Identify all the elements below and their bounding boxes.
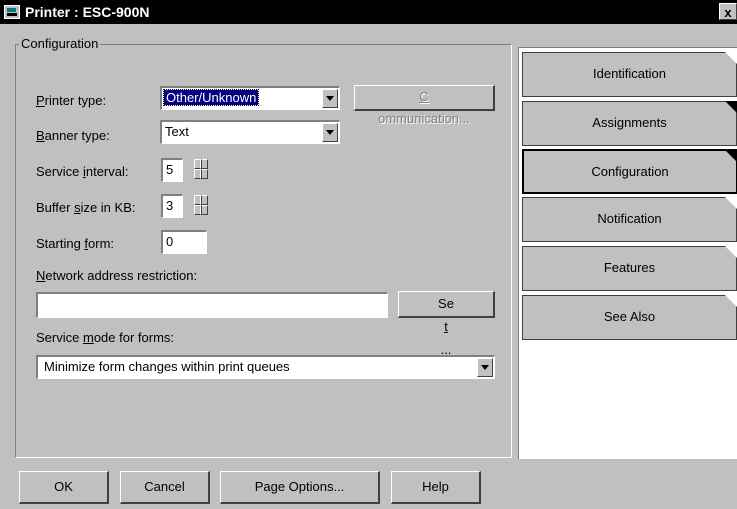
service-interval-label: Service interval: [36,164,129,179]
tab-assignments[interactable]: Assignments [522,101,737,146]
group-label: Configuration [19,36,101,51]
tab-identification[interactable]: Identification [522,52,737,97]
page-corner-icon [725,150,737,162]
buffer-size-label: Buffer size in KB: [36,200,136,215]
page-corner-icon [725,52,737,64]
communication-button[interactable]: Communication... [354,85,495,126]
page-options-button[interactable]: Page Options... [220,471,380,504]
chevron-down-icon[interactable] [477,358,493,377]
page-corner-icon [725,246,737,258]
ok-button[interactable]: OK [19,471,109,504]
printer-window-icon[interactable] [4,5,20,19]
tab-see-also[interactable]: See Also [522,295,737,340]
banner-type-label: Banner type: [36,128,110,143]
close-icon[interactable]: x [719,3,737,20]
service-mode-select[interactable]: Minimize form changes within print queue… [36,355,495,379]
page-corner-icon [725,101,737,113]
title-bar: Printer : ESC-900N x [0,0,737,24]
service-interval-input[interactable]: 5 [161,158,183,182]
network-restriction-label: Network address restriction: [36,268,198,283]
service-interval-spinner-icon[interactable] [194,159,208,181]
printer-type-label: Printer type: [36,93,107,108]
set-button[interactable]: Se t... [398,291,495,357]
cancel-button[interactable]: Cancel [120,471,210,504]
network-restriction-input[interactable] [36,292,388,318]
buffer-size-spinner-icon[interactable] [194,195,208,217]
help-button[interactable]: Help [391,471,481,504]
banner-type-select[interactable]: Text [160,120,340,144]
chevron-down-icon[interactable] [322,89,338,108]
chevron-down-icon[interactable] [322,123,338,142]
tab-configuration[interactable]: Configuration [522,149,737,194]
buffer-size-input[interactable]: 3 [161,194,183,218]
tab-features[interactable]: Features [522,246,737,291]
window-title: Printer : ESC-900N [25,4,150,20]
page-corner-icon [725,197,737,209]
printer-type-select[interactable]: Other/Unknown [160,86,340,110]
page-corner-icon [725,295,737,307]
service-mode-label: Service mode for forms: [36,330,175,345]
starting-form-label: Starting form: [36,236,115,251]
starting-form-input[interactable]: 0 [161,230,207,254]
tab-notification[interactable]: Notification [522,197,737,242]
